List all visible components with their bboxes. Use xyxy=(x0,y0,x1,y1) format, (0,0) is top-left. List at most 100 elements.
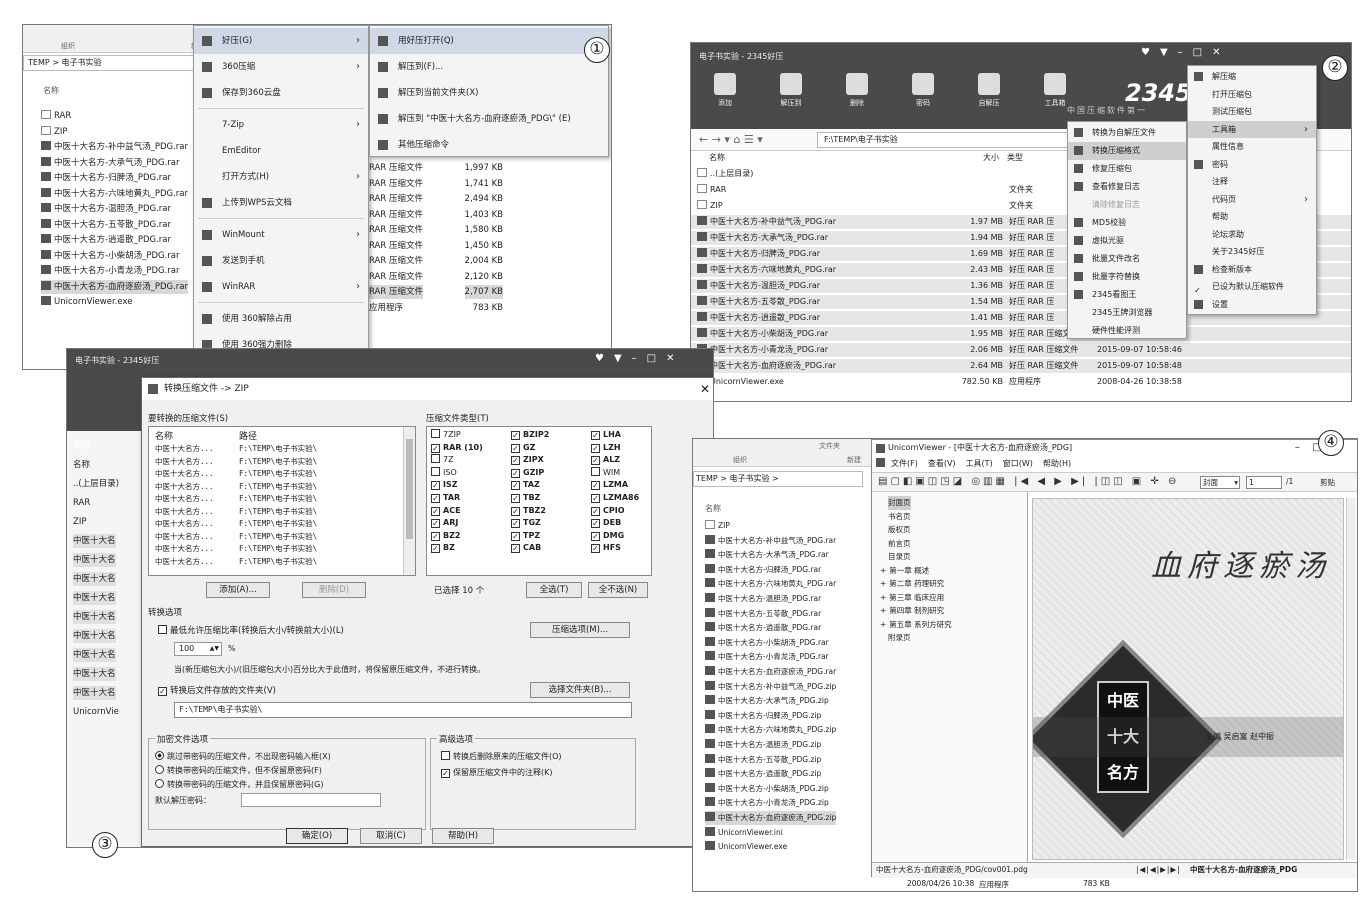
file-item[interactable]: 中医十大名方-血府逐瘀汤_PDG.rar xyxy=(705,665,836,679)
toolbox-menu-item[interactable]: 转换为自解压文件 xyxy=(1068,124,1186,142)
file-item[interactable]: 中医十大名方-大承气汤_PDG.rar xyxy=(705,548,829,562)
file-item[interactable]: 中医十大名方-大承气汤_PDG.zip xyxy=(705,694,829,708)
file-item[interactable]: UnicornViewer.exe xyxy=(41,295,132,309)
compress-options-button[interactable]: 压缩选项(M)... xyxy=(530,622,630,638)
file-item[interactable]: ZIP xyxy=(705,519,730,533)
file-item[interactable]: 中医十大名方-温胆汤_PDG.rar xyxy=(705,592,821,606)
file-item[interactable]: 中医十大名方-六味地黄丸_PDG.rar xyxy=(705,577,836,591)
file-item[interactable]: 中医十大名方-小柴胡汤_PDG.zip xyxy=(705,782,829,796)
folder-checkbox[interactable]: ✓ 转换后文件存放的文件夹(V) xyxy=(158,684,276,696)
type-checkbox[interactable]: ✓ DEB xyxy=(591,517,621,529)
main-menu-item[interactable]: 关于2345好压 xyxy=(1188,243,1316,260)
col-name[interactable]: 名称 xyxy=(155,429,173,442)
context-menu-item[interactable]: EmEditor xyxy=(194,138,368,164)
menu-4[interactable]: 帮助(H) xyxy=(1043,459,1071,468)
toolbar-icons[interactable]: ▤▢◧▣◫◳◪ ◎▥▦ |◀ ◀ ▶ ▶| |◫◫ ▣ ✛ ⊖ xyxy=(878,476,1179,487)
toc-item[interactable]: 书名页 xyxy=(888,510,911,524)
type-checkbox[interactable]: ✓ ISZ xyxy=(431,479,458,491)
toolbar-button[interactable]: 自解压 xyxy=(971,73,1007,108)
toc-item[interactable]: 目录页 xyxy=(888,550,911,564)
nav-arrows-icon[interactable]: ← → ▾ ⌂ ☰ ▾ xyxy=(699,133,763,146)
file-item[interactable]: 中医十大名方-温胆汤_PDG.zip xyxy=(705,738,821,752)
type-checkbox[interactable]: 7ZIP xyxy=(431,429,461,441)
type-checkbox[interactable]: ✓ LZMA86 xyxy=(591,492,639,504)
list-item[interactable]: 中医十大名方... F:\TEMP\电子书实验\ xyxy=(149,506,399,518)
zoom-select[interactable]: 封面 ▾ xyxy=(1200,476,1240,489)
file-item[interactable]: 中医十大名方-归脾汤_PDG.rar xyxy=(41,171,171,185)
file-item[interactable]: 中医十大名方-小青龙汤_PDG.rar xyxy=(41,264,179,278)
toc-item[interactable]: + 第三章 临床应用 xyxy=(880,591,944,605)
context-menu-item[interactable]: WinRAR › xyxy=(194,274,368,300)
toolbox-menu-item[interactable]: 修复压缩包 xyxy=(1068,160,1186,178)
context-menu-item[interactable]: 7-Zip › xyxy=(194,112,368,138)
file-item[interactable]: RAR xyxy=(41,109,71,123)
file-item[interactable]: 中医十大名方-小柴胡汤_PDG.rar xyxy=(705,636,829,650)
cancel-button[interactable]: 取消(C) xyxy=(360,828,422,844)
radio-skip-encrypted[interactable]: 跳过带密码的压缩文件，不出现密码输入框(X) xyxy=(155,751,331,762)
file-item[interactable]: 中医十大名方-大承气汤_PDG.rar xyxy=(41,156,179,170)
file-item[interactable]: 中医十大名方-补中益气汤_PDG.zip xyxy=(705,680,836,694)
type-checkbox[interactable]: ✓ CPIO xyxy=(591,505,625,517)
type-checkbox[interactable]: ✓ TBZ2 xyxy=(511,505,546,517)
header-name[interactable]: 名称 xyxy=(709,151,725,165)
select-all-button[interactable]: 全选(T) xyxy=(526,582,582,598)
page-field[interactable]: 1 xyxy=(1246,476,1282,489)
main-menu-item[interactable]: 工具箱 › xyxy=(1188,120,1316,138)
file-item[interactable]: 中医十大名方-五苓散_PDG.rar xyxy=(705,607,821,621)
toolbox-menu-item[interactable]: 2345王牌浏览器 xyxy=(1068,304,1186,322)
col-path[interactable]: 路径 xyxy=(239,429,257,442)
type-checkbox[interactable]: 7Z xyxy=(431,454,454,466)
main-menu-item[interactable]: 解压缩 xyxy=(1188,68,1316,85)
status-nav-icon[interactable]: |◀|◀|▶|▶| xyxy=(1136,863,1181,877)
choose-folder-button[interactable]: 选择文件夹(B)... xyxy=(530,682,630,698)
file-item[interactable]: 中医十大名方-六味地黄丸_PDG.zip xyxy=(705,723,836,737)
table-row[interactable]: 中医十大名方-小柴胡汤_PDG.rar1.95 MB好压 RAR 压缩文件201… xyxy=(691,327,1351,341)
toolbox-menu-item[interactable]: 硬件性能评测 xyxy=(1068,322,1186,340)
main-menu-item[interactable]: 设置 xyxy=(1188,296,1316,313)
folder-field[interactable]: F:\TEMP\电子书实验\ xyxy=(174,702,632,718)
file-item[interactable]: 中医十大名方-小青龙汤_PDG.rar xyxy=(705,650,829,664)
window-controls[interactable]: ♥▼–□✕ xyxy=(595,353,684,364)
type-checkbox[interactable]: WIM xyxy=(591,466,620,479)
submenu-item[interactable]: 解压到(F)... xyxy=(370,54,608,80)
file-item[interactable]: 中医十大名方-补中益气汤_PDG.rar xyxy=(41,140,188,154)
context-menu-item[interactable]: 上传到WPS云文档 xyxy=(194,190,368,216)
list-item[interactable]: 中医十大名方... F:\TEMP\电子书实验\ xyxy=(149,456,399,468)
type-checkbox[interactable]: ISO xyxy=(431,466,457,479)
ratio-spinner[interactable]: 100 ▲▼ xyxy=(174,642,222,656)
type-checkbox[interactable]: ✓ BZIP2 xyxy=(511,429,549,441)
expand-icon[interactable]: + xyxy=(880,579,886,588)
type-checkbox[interactable]: ✓ TAZ xyxy=(511,479,540,491)
table-row[interactable]: 中医十大名方-血府逐瘀汤_PDG.rar 2.64 MB 好压 RAR 压缩文件 20… xyxy=(691,359,1351,373)
list-item[interactable]: 中医十大名方... F:\TEMP\电子书实验\ xyxy=(149,468,399,480)
path-field[interactable]: F:\TEMP\电子书实验 xyxy=(817,132,1077,148)
toolbox-menu-item[interactable]: 批量文件改名 xyxy=(1068,250,1186,268)
toc-item[interactable]: + 第一章 概述 xyxy=(880,564,929,578)
context-menu-item[interactable]: 使用 360解除占用 xyxy=(194,306,368,332)
add-button[interactable]: 添加(A)... xyxy=(206,582,270,598)
list-item[interactable]: 中医十大名方... F:\TEMP\电子书实验\ xyxy=(149,556,399,568)
toolbox-menu-item[interactable]: 转换压缩格式 xyxy=(1068,142,1186,160)
convert-file-list[interactable]: 名称 路径 中医十大名方... F:\TEMP\电子书实验\ 中医十大名方... F:… xyxy=(148,426,416,576)
default-password-field[interactable] xyxy=(241,793,381,807)
main-menu-item[interactable]: ✓ 已设为默认压缩软件 xyxy=(1188,278,1316,295)
menu-2[interactable]: 工具(T) xyxy=(966,459,993,468)
type-checkbox[interactable]: ✓ GZIP xyxy=(511,467,544,479)
main-menu-item[interactable]: 密码 xyxy=(1188,156,1316,173)
file-item[interactable]: ZIP xyxy=(41,125,67,139)
file-item[interactable]: 中医十大名方-归脾汤_PDG.zip xyxy=(705,709,821,723)
file-item[interactable]: 中医十大名方-小柴胡汤_PDG.rar xyxy=(41,249,179,263)
context-menu-item[interactable]: 保存到360云盘 xyxy=(194,80,368,106)
name-column-header[interactable]: 名称 xyxy=(43,85,59,96)
toolbar-button[interactable]: 删除 xyxy=(839,73,875,108)
list-item[interactable]: 中医十大名方... F:\TEMP\电子书实验\ xyxy=(149,493,399,505)
header-size[interactable]: 大小 xyxy=(983,151,999,165)
select-none-button[interactable]: 全不选(N) xyxy=(588,582,648,598)
file-item[interactable]: 中医十大名方-五苓散_PDG.zip xyxy=(705,753,821,767)
file-item[interactable]: 中医十大名方-血府逐瘀汤_PDG.rar xyxy=(41,279,188,294)
expand-icon[interactable]: + xyxy=(880,593,886,602)
toc-item[interactable]: 附录页 xyxy=(888,631,911,645)
type-checkbox[interactable]: ✓ TAR xyxy=(431,492,460,504)
toolbox-menu-item[interactable]: 2345看图王 xyxy=(1068,286,1186,304)
type-checkbox[interactable]: ✓ DMG xyxy=(591,530,624,542)
